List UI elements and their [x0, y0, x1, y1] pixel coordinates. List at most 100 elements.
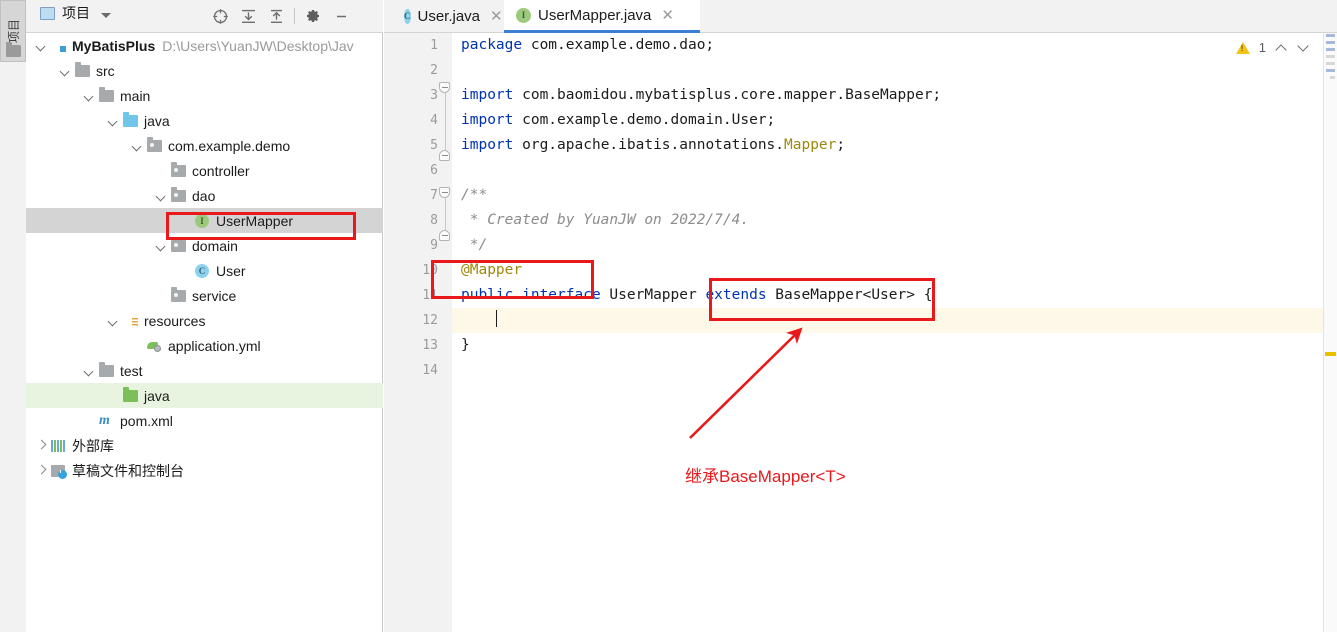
expand-all-icon[interactable]: [234, 5, 262, 27]
code-line-6[interactable]: [452, 158, 1337, 183]
code-line-4[interactable]: import com.example.demo.domain.User;: [452, 108, 1337, 133]
interface-icon: I: [516, 7, 531, 23]
code-line-text: }: [461, 337, 470, 353]
fold-toggle-imports-end[interactable]: [439, 150, 450, 161]
code-line-11[interactable]: public interface UserMapper extends Base…: [452, 283, 1337, 308]
tree-node----[interactable]: 外部库: [26, 433, 383, 458]
code-line-2[interactable]: [452, 58, 1337, 83]
tree-node-java[interactable]: java: [26, 108, 383, 133]
hide-panel-icon[interactable]: [327, 5, 355, 27]
line-number: 4: [430, 113, 438, 128]
folder-icon: [98, 362, 115, 378]
tree-node-usermapper[interactable]: I UserMapper: [26, 208, 383, 233]
maven-file-icon: m: [99, 413, 110, 428]
close-icon[interactable]: ✕: [490, 9, 503, 24]
code-text[interactable]: package com.example.demo.dao; import com.…: [452, 33, 1337, 632]
tree-node-src[interactable]: src: [26, 58, 383, 83]
code-line-14[interactable]: [452, 358, 1337, 383]
interface-icon: I: [194, 213, 211, 228]
code-line-text: * Created by YuanJW on 2022/7/4.: [461, 212, 750, 228]
expand-toggle-right-icon[interactable]: [36, 465, 47, 476]
toolbar-separator: [294, 8, 295, 24]
expand-toggle-down-icon[interactable]: [108, 315, 119, 326]
fold-toggle-javadoc-end[interactable]: [439, 230, 450, 241]
tree-node-mybatisplus[interactable]: MyBatisPlus D:\Users\YuanJW\Desktop\Jav: [26, 33, 383, 58]
project-tree[interactable]: MyBatisPlus D:\Users\YuanJW\Desktop\Jav sr…: [26, 33, 383, 632]
tree-node-test[interactable]: test: [26, 358, 383, 383]
tree-node-application-yml[interactable]: application.yml: [26, 333, 383, 358]
chevron-down-icon[interactable]: [101, 12, 111, 18]
code-line-3[interactable]: import com.baomidou.mybatisplus.core.map…: [452, 83, 1337, 108]
code-line-7[interactable]: /**: [452, 183, 1337, 208]
code-line-text: [461, 308, 497, 333]
project-window-icon: [40, 7, 55, 20]
line-number: 5: [430, 138, 438, 153]
code-folding-column[interactable]: [439, 33, 452, 632]
line-number: 3: [430, 88, 438, 103]
project-panel-title: 项目: [62, 5, 90, 21]
code-line-text: package com.example.demo.dao;: [461, 37, 715, 53]
fold-region-line-javadoc: [445, 192, 446, 235]
settings-gear-icon[interactable]: [299, 5, 327, 27]
tree-node-java[interactable]: java: [26, 383, 383, 408]
code-line-text: /**: [461, 187, 488, 203]
minimap-mark: [1326, 55, 1335, 58]
tree-node-com-example-demo[interactable]: com.example.demo: [26, 133, 383, 158]
code-line-13[interactable]: }: [452, 333, 1337, 358]
code-line-5[interactable]: import org.apache.ibatis.annotations.Map…: [452, 133, 1337, 158]
expand-toggle-down-icon[interactable]: [36, 40, 47, 51]
expand-toggle-down-icon[interactable]: [108, 115, 119, 126]
error-stripe-margin[interactable]: [1323, 33, 1337, 632]
collapse-all-icon[interactable]: [262, 5, 290, 27]
close-icon[interactable]: ✕: [661, 8, 674, 23]
locate-in-tree-icon[interactable]: [206, 5, 234, 27]
tree-node-label: test: [120, 362, 143, 379]
tool-window-button-project[interactable]: 项目: [0, 0, 26, 62]
expand-toggle-down-icon[interactable]: [84, 90, 95, 101]
package-icon: [170, 237, 187, 253]
code-line-1[interactable]: package com.example.demo.dao;: [452, 33, 1337, 58]
code-line-10[interactable]: @Mapper: [452, 258, 1337, 283]
line-number: 12: [422, 313, 438, 328]
tree-node-label: main: [120, 87, 151, 104]
fold-toggle-javadoc-start[interactable]: [439, 187, 450, 198]
warning-stripe-marker[interactable]: [1325, 352, 1336, 356]
tree-node-dao[interactable]: dao: [26, 183, 383, 208]
tree-node---------[interactable]: 草稿文件和控制台: [26, 458, 383, 483]
expand-toggle-down-icon[interactable]: [84, 365, 95, 376]
tree-node-controller[interactable]: controller: [26, 158, 383, 183]
tree-node-user[interactable]: C User: [26, 258, 383, 283]
chevron-up-icon[interactable]: [1275, 41, 1288, 54]
code-line-9[interactable]: */: [452, 233, 1337, 258]
tree-node-resources[interactable]: resources: [26, 308, 383, 333]
tree-node-path: D:\Users\YuanJW\Desktop\Jav: [162, 37, 354, 54]
tree-node-main[interactable]: main: [26, 83, 383, 108]
code-line-text: import org.apache.ibatis.annotations.Map…: [461, 137, 846, 153]
expand-toggle-down-icon[interactable]: [156, 190, 167, 201]
tree-node-label: UserMapper: [216, 212, 294, 229]
expand-toggle-down-icon[interactable]: [132, 140, 143, 151]
tree-node-pom-xml[interactable]: m pom.xml: [26, 408, 383, 433]
minimap-mark: [1326, 34, 1335, 37]
expand-toggle-down-icon[interactable]: [156, 240, 167, 251]
editor-tab-usermapper-java[interactable]: I UserMapper.java ✕: [504, 0, 700, 33]
minimap-mark: [1326, 62, 1335, 65]
warning-triangle-icon: [1235, 41, 1250, 54]
tree-node-service[interactable]: service: [26, 283, 383, 308]
inspection-widget[interactable]: 1: [1235, 40, 1310, 55]
chevron-down-icon[interactable]: [1297, 41, 1310, 54]
expand-toggle-right-icon[interactable]: [36, 440, 47, 451]
editor-tab-user-java[interactable]: C User.java ✕: [392, 0, 503, 33]
expand-toggle-down-icon[interactable]: [60, 65, 71, 76]
scratches-consoles-icon: [50, 463, 67, 479]
minimap-mark: [1330, 76, 1335, 79]
code-line-12[interactable]: [452, 308, 1337, 333]
project-panel-title-group[interactable]: 项目: [40, 6, 111, 21]
tree-node-label: resources: [144, 312, 206, 329]
code-line-8[interactable]: * Created by YuanJW on 2022/7/4.: [452, 208, 1337, 233]
warning-count: 1: [1258, 40, 1266, 55]
tree-node-domain[interactable]: domain: [26, 233, 383, 258]
fold-toggle-imports-start[interactable]: [439, 82, 450, 93]
